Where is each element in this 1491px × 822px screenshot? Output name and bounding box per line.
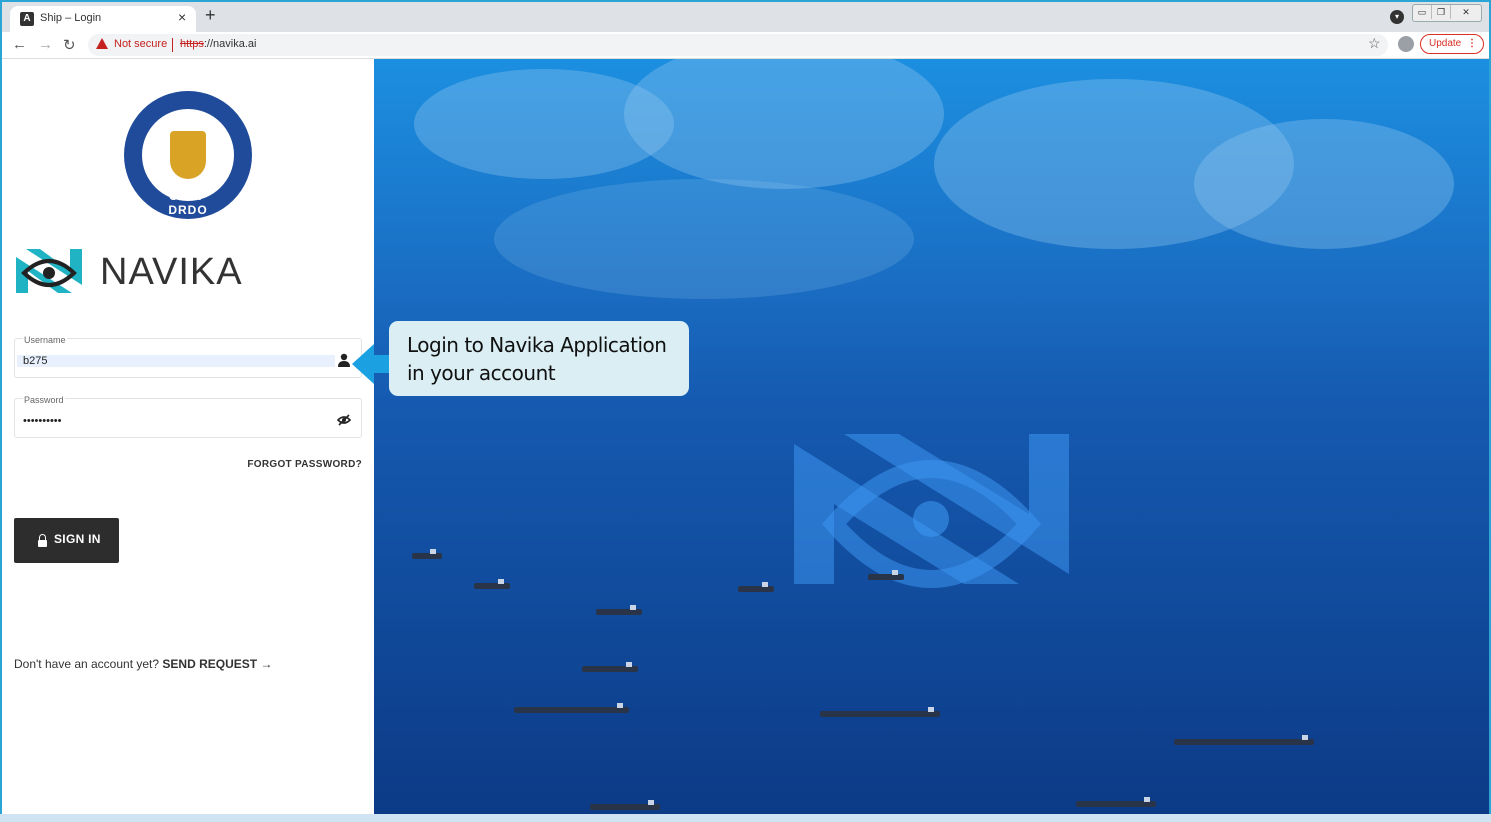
lock-icon <box>38 534 47 547</box>
username-value[interactable]: b275 <box>23 355 47 367</box>
emblem-caption: CAIR-DRDO <box>168 189 208 217</box>
update-label: Update <box>1429 38 1462 49</box>
profile-icon[interactable] <box>1398 36 1414 52</box>
tab-search-icon[interactable]: ▾ <box>1390 10 1404 24</box>
ship <box>820 707 940 717</box>
autofill-highlight <box>17 355 335 367</box>
back-icon[interactable]: ← <box>12 36 27 53</box>
taskbar <box>0 814 1491 822</box>
close-window-icon[interactable]: ✕ <box>1451 5 1481 19</box>
url-scheme: https <box>180 38 204 50</box>
arrow-right-icon: → <box>260 657 273 671</box>
sign-in-label: SIGN IN <box>54 532 101 546</box>
signup-text: Don't have an account yet? <box>14 657 160 671</box>
close-tab-icon[interactable]: × <box>178 9 186 25</box>
eye-off-icon[interactable] <box>337 413 351 427</box>
ship <box>738 582 774 592</box>
drdo-emblem-logo: CAIR-DRDO <box>124 91 252 219</box>
ship <box>1174 735 1314 745</box>
warning-icon <box>96 38 108 49</box>
divider <box>172 38 173 52</box>
angular-favicon-icon: A <box>20 12 34 26</box>
tutorial-callout: Login to Navika Application in your acco… <box>389 321 689 396</box>
emblem-inner <box>142 109 234 201</box>
callout-text: Login to Navika Application in your acco… <box>407 331 677 387</box>
navika-watermark-icon <box>794 434 1069 588</box>
new-tab-button[interactable]: + <box>205 5 216 26</box>
navika-brand: NAVIKA <box>14 247 314 299</box>
cloud <box>624 59 944 189</box>
signup-prompt: Don't have an account yet? SEND REQUEST … <box>14 657 272 671</box>
ship <box>868 570 904 580</box>
url-text[interactable]: https://navika.ai <box>180 38 256 50</box>
minimize-icon[interactable]: ▭ <box>1413 5 1432 19</box>
forward-icon[interactable]: → <box>38 36 53 53</box>
cloud <box>494 179 914 299</box>
update-button[interactable]: Update ⋮ <box>1420 34 1484 54</box>
ship <box>590 800 660 810</box>
ship <box>514 703 629 713</box>
password-field[interactable]: Password •••••••••• <box>14 395 362 438</box>
reload-icon[interactable]: ↻ <box>63 36 76 54</box>
password-value[interactable]: •••••••••• <box>23 415 62 427</box>
address-bar[interactable]: Not secure https://navika.ai <box>88 34 1388 56</box>
star-icon[interactable]: ☆ <box>1368 35 1381 52</box>
browser-toolbar: ← → ↻ Not secure https://navika.ai ☆ Upd… <box>2 32 1489 59</box>
user-icon <box>338 353 350 367</box>
tab-ship-login[interactable]: A Ship – Login × <box>10 6 196 32</box>
tab-strip: A Ship – Login × + ▾ ▭ ❐ ✕ <box>2 2 1489 32</box>
ship <box>596 605 642 615</box>
cloud <box>1194 119 1454 249</box>
menu-icon: ⋮ <box>1467 38 1477 49</box>
username-field[interactable]: Username b275 <box>14 335 362 378</box>
callout-line-1: Login to Navika Application <box>407 333 667 357</box>
url-host: ://navika.ai <box>203 38 257 50</box>
restore-icon[interactable]: ❐ <box>1432 5 1451 19</box>
send-request-link[interactable]: SEND REQUEST <box>162 657 257 671</box>
browser-window: A Ship – Login × + ▾ ▭ ❐ ✕ ← → ↻ Not sec… <box>0 0 1491 822</box>
ocean-hero-image <box>374 59 1489 820</box>
brand-name: NAVIKA <box>100 251 243 293</box>
ship <box>474 579 510 589</box>
security-label[interactable]: Not secure <box>114 38 167 50</box>
callout-line-2: in your account <box>407 361 556 385</box>
window-controls: ▭ ❐ ✕ <box>1412 4 1482 22</box>
emblem-crest-icon <box>170 131 206 179</box>
tab-title: Ship – Login <box>40 12 102 24</box>
ship <box>412 549 442 559</box>
navika-logo-icon <box>16 249 82 293</box>
ship <box>1076 797 1156 807</box>
sign-in-button[interactable]: SIGN IN <box>14 518 119 563</box>
password-label: Password <box>23 395 65 405</box>
login-panel: CAIR-DRDO NAVIKA Username b275 Password … <box>2 59 374 820</box>
forgot-password-link[interactable]: FORGOT PASSWORD? <box>202 459 362 470</box>
username-label: Username <box>23 335 67 345</box>
ship <box>582 662 638 672</box>
